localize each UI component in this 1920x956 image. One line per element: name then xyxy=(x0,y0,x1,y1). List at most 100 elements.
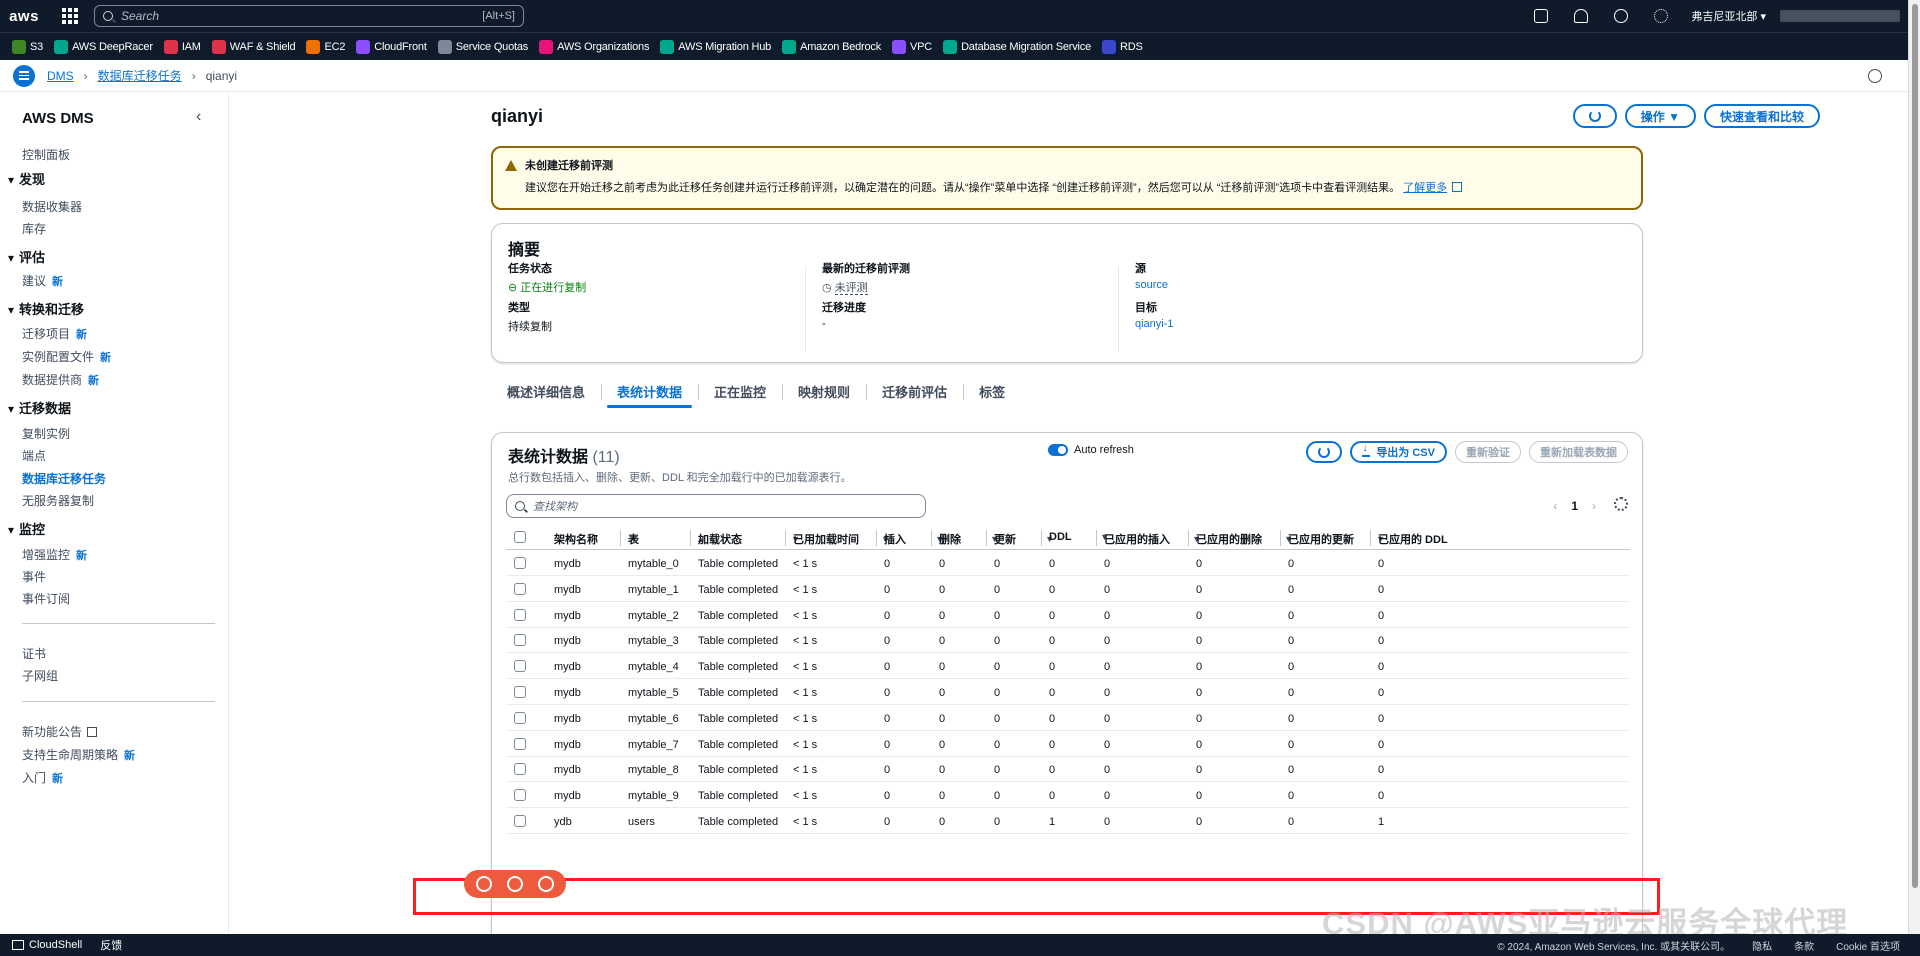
table-row[interactable]: mydb mytable_3 Table completed < 1 s 0 0 0 0 0 0 0… xyxy=(506,627,1630,654)
favorite-cloudfront[interactable]: CloudFront xyxy=(356,39,427,54)
favorite-rds[interactable]: RDS xyxy=(1101,39,1143,54)
edit-pen-icon[interactable] xyxy=(506,876,523,892)
row-checkbox[interactable] xyxy=(514,660,526,673)
sidebar-item-endpoints[interactable]: 端点 xyxy=(22,447,46,464)
sidebar-section-convert[interactable]: 转换和迁移 xyxy=(8,299,84,318)
next-page-icon[interactable]: › xyxy=(1592,499,1596,513)
favorite-database-migration-service[interactable]: Database Migration Service xyxy=(943,39,1091,54)
favorite-aws-deepracer[interactable]: AWS DeepRacer xyxy=(54,39,153,54)
row-checkbox[interactable] xyxy=(514,763,526,776)
sidebar-item-dashboard[interactable]: 控制面板 xyxy=(22,146,70,163)
export-csv-button[interactable]: 导出为 CSV xyxy=(1350,441,1447,463)
column-header-7[interactable]: DDL ▼ xyxy=(1049,531,1109,543)
sidebar-section-discover[interactable]: 发现 xyxy=(8,169,45,188)
services-grid-icon[interactable] xyxy=(58,4,82,28)
ai-icon[interactable] xyxy=(475,876,492,892)
prev-page-icon[interactable]: ‹ xyxy=(1553,499,1557,513)
cloudshell-icon[interactable] xyxy=(1521,0,1561,32)
favorite-s3[interactable]: S3 xyxy=(12,39,43,54)
source-link[interactable]: source xyxy=(1135,279,1168,291)
table-row[interactable]: ydb users Table completed < 1 s 0 0 0 1 0 0 0 1 xyxy=(506,808,1630,834)
sidebar-item-enhanced-monitoring[interactable]: 增强监控新 xyxy=(22,546,87,563)
feedback-link[interactable]: 反馈 xyxy=(100,937,122,953)
page-scrollbar[interactable] xyxy=(1908,0,1920,956)
favorite-iam[interactable]: IAM xyxy=(163,39,201,54)
schema-filter-input[interactable]: 查找架构 xyxy=(506,494,926,518)
row-checkbox[interactable] xyxy=(514,686,526,698)
column-header-2[interactable]: 加载状态 ▼ xyxy=(698,531,800,547)
search-bubble-icon[interactable] xyxy=(538,876,555,892)
sidebar-section-monitor[interactable]: 监控 xyxy=(8,519,45,538)
aws-logo[interactable]: aws xyxy=(0,0,48,32)
table-row[interactable]: mydb mytable_6 Table completed < 1 s 0 0 0 0 0 0 0… xyxy=(506,705,1630,731)
auto-refresh-toggle[interactable]: Auto refresh xyxy=(1048,444,1134,456)
row-checkbox[interactable] xyxy=(514,815,526,827)
table-preferences-gear-icon[interactable] xyxy=(1614,497,1628,511)
search-input[interactable]: Search [Alt+S] xyxy=(94,5,524,27)
help-icon[interactable] xyxy=(1601,0,1641,32)
breadcrumb-migration-tasks[interactable]: 数据库迁移任务 xyxy=(98,67,182,84)
row-checkbox[interactable] xyxy=(514,582,526,595)
region-selector[interactable]: 弗吉尼亚北部 ▾ xyxy=(1691,8,1766,24)
privacy-link[interactable]: 隐私 xyxy=(1752,938,1772,953)
row-checkbox[interactable] xyxy=(514,711,526,724)
sidebar-section-assess[interactable]: 评估 xyxy=(8,247,45,266)
table-row[interactable]: mydb mytable_5 Table completed < 1 s 0 0 0 0 0 0 0… xyxy=(506,679,1630,705)
favorite-ec2[interactable]: EC2 xyxy=(306,39,345,54)
tab-1[interactable]: 表统计数据 xyxy=(601,376,698,408)
scrollbar-thumb[interactable] xyxy=(1912,4,1918,888)
sidebar-item-instance-profiles[interactable]: 实例配置文件新 xyxy=(22,348,111,365)
table-row[interactable]: mydb mytable_9 Table completed < 1 s 0 0 0 0 0 0 0… xyxy=(506,782,1630,809)
sidebar-item-lifecycle[interactable]: 支持生命周期策略新 xyxy=(22,746,135,763)
row-checkbox[interactable] xyxy=(514,608,526,621)
sidebar-item-serverless[interactable]: 无服务器复制 xyxy=(22,492,94,509)
column-header-10[interactable]: 已应用的更新 ▼ xyxy=(1288,531,1385,547)
favorite-waf-shield[interactable]: WAF & Shield xyxy=(211,39,296,54)
table-row[interactable]: mydb mytable_4 Table completed < 1 s 0 0 0 0 0 0 0… xyxy=(506,653,1630,680)
sidebar-item-migration-projects[interactable]: 迁移项目新 xyxy=(22,325,87,342)
column-header-11[interactable]: 已应用的 DDL xyxy=(1378,531,1453,547)
sidebar-item-replication-instances[interactable]: 复制实例 xyxy=(22,425,70,442)
reload-table-data-button[interactable]: 重新加载表数据 xyxy=(1529,441,1628,463)
column-header-6[interactable]: 更新 ▼ xyxy=(994,531,1054,547)
hamburger-menu-icon[interactable] xyxy=(13,64,35,87)
row-checkbox[interactable] xyxy=(514,789,526,802)
tab-0[interactable]: 概述详细信息 xyxy=(491,376,601,406)
sidebar-item-data-providers[interactable]: 数据提供商新 xyxy=(22,371,99,388)
actions-button[interactable]: 操作 ▼ xyxy=(1624,104,1696,128)
revalidate-button[interactable]: 重新验证 xyxy=(1455,441,1521,463)
favorite-aws-organizations[interactable]: AWS Organizations xyxy=(539,39,649,54)
favorite-vpc[interactable]: VPC xyxy=(892,39,932,54)
column-header-4[interactable]: 插入 ▼ xyxy=(884,531,944,547)
cookie-preferences-link[interactable]: Cookie 首选项 xyxy=(1836,938,1900,953)
sidebar-section-migrate[interactable]: 迁移数据 xyxy=(8,398,71,417)
sidebar-item-subnet-groups[interactable]: 子网组 xyxy=(22,667,58,684)
column-header-9[interactable]: 已应用的删除 ▼ xyxy=(1196,531,1293,547)
favorite-aws-migration-hub[interactable]: AWS Migration Hub xyxy=(660,39,771,54)
row-checkbox[interactable] xyxy=(514,737,526,750)
table-row[interactable]: mydb mytable_2 Table completed < 1 s 0 0 0 0 0 0 0… xyxy=(506,602,1630,628)
table-row[interactable]: mydb mytable_0 Table completed < 1 s 0 0 0 0 0 0 0… xyxy=(506,550,1630,576)
table-row[interactable]: mydb mytable_7 Table completed < 1 s 0 0 0 0 0 0 0… xyxy=(506,731,1630,757)
sidebar-item-certificates[interactable]: 证书 xyxy=(22,645,46,662)
sidebar-item-data-collectors[interactable]: 数据收集器 xyxy=(22,198,82,215)
column-header-0[interactable]: 架构名称 ▼ xyxy=(554,531,638,547)
info-panel-icon[interactable] xyxy=(1868,68,1882,83)
table-refresh-button[interactable] xyxy=(1306,441,1343,463)
toggle-switch[interactable] xyxy=(1048,444,1068,456)
column-header-5[interactable]: 删除 ▼ xyxy=(939,531,999,547)
sidebar-item-event-subscriptions[interactable]: 事件订阅 xyxy=(22,590,70,607)
sidebar-item-db-migration-tasks[interactable]: 数据库迁移任务 xyxy=(22,470,106,487)
tab-2[interactable]: 正在监控 xyxy=(698,376,782,406)
breadcrumb-dms[interactable]: DMS xyxy=(47,69,74,83)
row-checkbox[interactable] xyxy=(514,557,526,569)
notifications-bell-icon[interactable] xyxy=(1561,0,1601,32)
sidebar-item-inventory[interactable]: 库存 xyxy=(22,220,46,237)
settings-gear-icon[interactable] xyxy=(1641,0,1681,32)
terms-link[interactable]: 条款 xyxy=(1794,938,1814,953)
column-header-1[interactable]: 表 ▲ xyxy=(628,531,705,547)
favorite-service-quotas[interactable]: Service Quotas xyxy=(437,39,528,54)
favorite-amazon-bedrock[interactable]: Amazon Bedrock xyxy=(782,39,881,54)
table-row[interactable]: mydb mytable_1 Table completed < 1 s 0 0 0 0 0 0 0… xyxy=(506,576,1630,602)
table-row[interactable]: mydb mytable_8 Table completed < 1 s 0 0 0 0 0 0 0… xyxy=(506,756,1630,783)
